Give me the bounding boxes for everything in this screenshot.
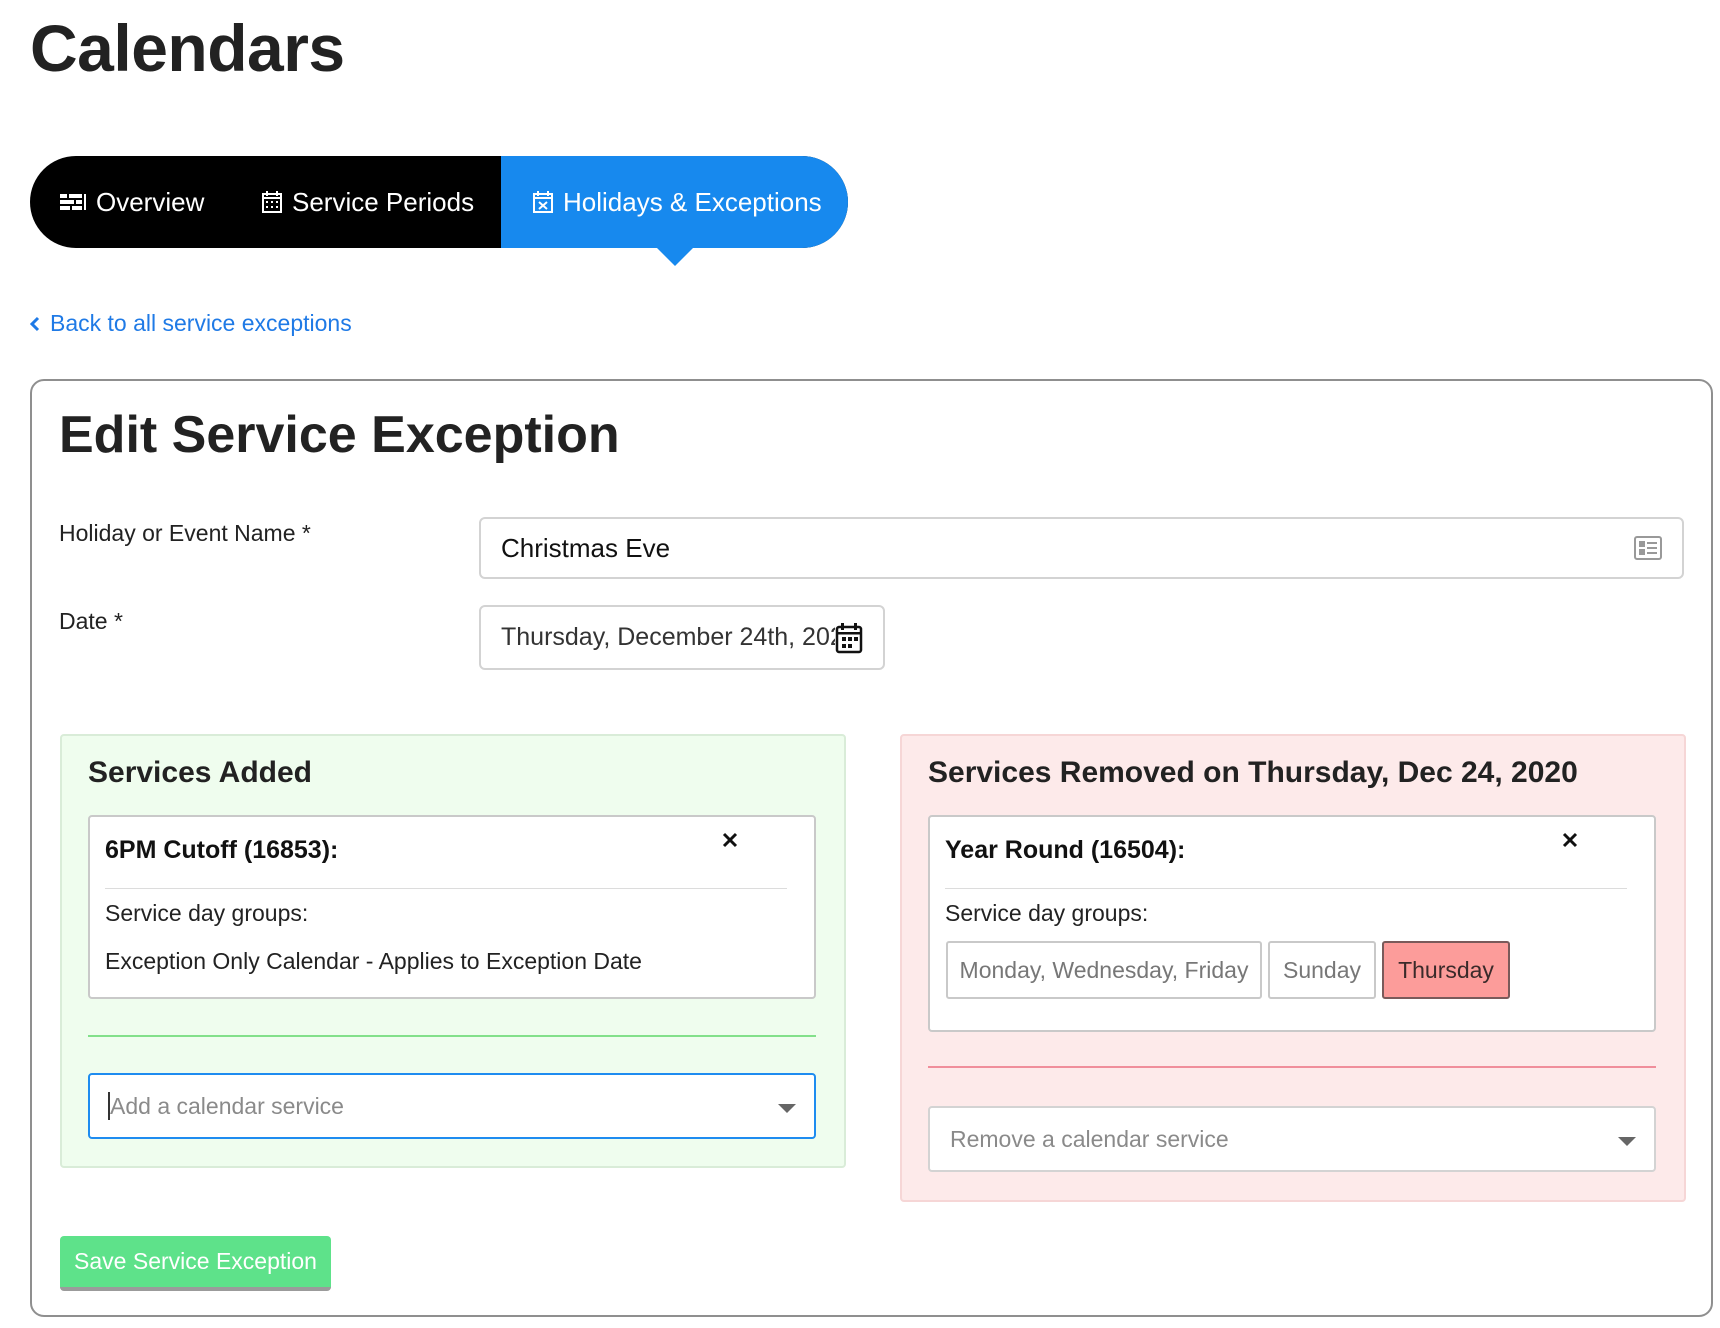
back-link[interactable]: Back to all service exceptions — [30, 310, 352, 337]
removed-service-card: Year Round (16504): Service day groups: — [928, 815, 1656, 1032]
removed-service-name: Year Round (16504): — [945, 836, 1186, 864]
add-service-placeholder: Add a calendar service — [110, 1092, 344, 1119]
calendar-icon[interactable] — [835, 622, 863, 654]
services-added-title: Services Added — [88, 756, 312, 789]
tab-overview-label: Overview — [96, 186, 205, 217]
tab-holidays-exceptions[interactable]: Holidays & Exceptions — [501, 156, 848, 266]
page-title: Calendars — [30, 11, 345, 85]
close-icon[interactable] — [722, 832, 738, 848]
save-service-exception-button[interactable]: Save Service Exception — [60, 1236, 331, 1291]
close-icon[interactable] — [1562, 832, 1578, 848]
active-tab-indicator — [657, 248, 693, 266]
caret-down-icon[interactable] — [778, 1104, 796, 1113]
event-name-input[interactable]: Christmas Eve — [479, 517, 1684, 579]
date-value: Thursday, December 24th, 2020 — [501, 623, 858, 651]
tab-bar: Overview Service Periods Holidays & Exce… — [30, 156, 848, 266]
tab-service-periods-label: Service Periods — [292, 186, 475, 217]
day-group-chip[interactable]: Monday, Wednesday, Friday — [946, 941, 1262, 999]
service-divider — [105, 888, 787, 889]
calendar-x-icon — [533, 191, 553, 213]
remove-service-placeholder: Remove a calendar service — [950, 1125, 1229, 1152]
calendar-grid-icon — [262, 191, 282, 213]
service-day-groups-label: Service day groups: — [105, 900, 309, 926]
back-link-label: Back to all service exceptions — [50, 310, 352, 336]
day-group-chip-selected[interactable]: Thursday — [1382, 941, 1510, 999]
list-icon — [60, 194, 86, 210]
date-input[interactable]: Thursday, December 24th, 2020 — [479, 605, 885, 670]
service-divider — [945, 888, 1627, 889]
caret-down-icon[interactable] — [1618, 1137, 1636, 1146]
service-day-groups-label: Service day groups: — [945, 900, 1149, 926]
tab-holidays-label: Holidays & Exceptions — [563, 186, 822, 217]
removed-separator — [928, 1066, 1656, 1068]
form-title: Edit Service Exception — [59, 406, 620, 464]
date-label: Date * — [59, 608, 123, 634]
event-name-value: Christmas Eve — [501, 532, 671, 563]
id-card-icon — [1634, 536, 1662, 560]
added-service-card: 6PM Cutoff (16853): Service day groups: … — [88, 815, 816, 999]
chevron-left-icon — [30, 316, 40, 331]
add-calendar-service-select[interactable]: Add a calendar service — [88, 1073, 816, 1139]
event-name-label: Holiday or Event Name * — [59, 520, 311, 546]
tab-service-periods[interactable]: Service Periods — [262, 156, 474, 248]
added-separator — [88, 1035, 816, 1037]
service-day-groups-text: Exception Only Calendar - Applies to Exc… — [105, 948, 642, 974]
services-removed-title: Services Removed on Thursday, Dec 24, 20… — [928, 756, 1578, 789]
remove-calendar-service-select[interactable]: Remove a calendar service — [928, 1106, 1656, 1172]
day-group-chip[interactable]: Sunday — [1268, 941, 1376, 999]
added-service-name: 6PM Cutoff (16853): — [105, 836, 339, 864]
tab-overview[interactable]: Overview — [60, 156, 204, 248]
